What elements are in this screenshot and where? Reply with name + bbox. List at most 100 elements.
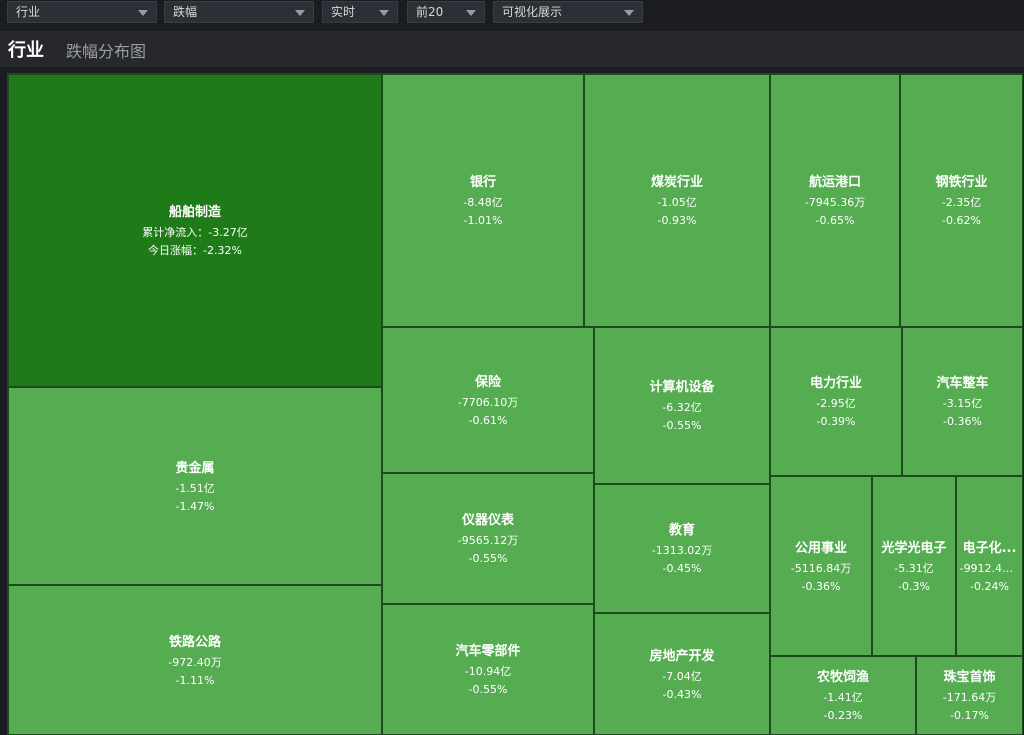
cell-name-label: 银行: [469, 175, 496, 190]
cell-flow-label: -1.41亿: [823, 691, 863, 704]
cell-name-label: 仪器仪表: [461, 513, 514, 528]
cell-flow-label: -2.95亿: [816, 397, 856, 410]
cell-change-label: -1.11%: [175, 673, 215, 687]
cell-flow-label: -9565.12万: [457, 534, 519, 547]
treemap-cell[interactable]: 教育 -1313.02万 -0.45%: [594, 484, 770, 613]
treemap-cell[interactable]: 计算机设备 -6.32亿 -0.55%: [594, 327, 770, 484]
cell-flow-label: -1.05亿: [657, 196, 697, 209]
treemap-cell[interactable]: 银行 -8.48亿 -1.01%: [382, 74, 584, 327]
cell-name-label: 公用事业: [794, 540, 847, 556]
cell-name-label: 计算机设备: [649, 380, 715, 395]
cell-name-label: 汽车整车: [936, 376, 989, 391]
cell-flow-label: -10.94亿: [464, 665, 512, 678]
cell-name-label: 珠宝首饰: [943, 670, 996, 685]
cell-change-label: -1.47%: [175, 499, 215, 513]
treemap-cell[interactable]: 贵金属 -1.51亿 -1.47%: [8, 387, 382, 585]
cell-name-label: 电子化...: [962, 540, 1017, 556]
cell-name-label: 钢铁行业: [935, 175, 988, 190]
treemap-cell[interactable]: 公用事业 -5116.84万 -0.36%: [770, 476, 872, 656]
cell-change-label: -0.61%: [468, 413, 508, 427]
cell-flow-label: 累计净流入：-3.27亿: [142, 226, 248, 239]
cell-change-label: -0.45%: [662, 562, 702, 575]
cell-change-label: -0.65%: [815, 214, 855, 227]
cell-name-label: 电力行业: [809, 376, 862, 391]
treemap-cell[interactable]: 汽车整车 -3.15亿 -0.36%: [902, 327, 1023, 476]
cell-change-label: -0.24%: [970, 579, 1009, 593]
count-select[interactable]: 前20: [407, 1, 485, 23]
view-select[interactable]: 可视化展示: [493, 1, 643, 23]
cell-name-label: 农牧饲渔: [816, 670, 869, 685]
cell-change-label: -0.36%: [943, 415, 982, 428]
treemap-cell[interactable]: 保险 -7706.10万 -0.61%: [382, 327, 594, 473]
cell-name-label: 教育: [668, 523, 695, 538]
title-bar: 行业 跌幅分布图: [0, 31, 1024, 67]
cell-flow-label: -7945.36万: [804, 196, 866, 209]
cell-change-label: -0.17%: [950, 709, 989, 722]
cell-name-label: 航运港口: [808, 175, 861, 190]
cell-change-label: -0.55%: [662, 419, 702, 432]
cell-flow-label: -7706.10万: [457, 395, 519, 409]
cell-change-label: -0.39%: [816, 415, 856, 428]
cell-flow-label: -8.48亿: [463, 196, 503, 209]
cell-flow-label: -5116.84万: [790, 561, 852, 575]
cell-name-label: 保险: [474, 374, 501, 390]
cell-flow-label: -1.51亿: [175, 481, 215, 495]
cell-change-label: -0.62%: [942, 214, 981, 227]
treemap-cell[interactable]: 煤炭行业 -1.05亿 -0.93%: [584, 74, 770, 327]
cell-change-label: -0.3%: [898, 579, 930, 593]
chevron-down-icon: [295, 10, 305, 16]
cell-flow-label: -5.31亿: [894, 561, 934, 575]
treemap-cell[interactable]: 珠宝首饰 -171.64万 -0.17%: [916, 656, 1023, 735]
cell-name-label: 汽车零部件: [455, 644, 521, 659]
cell-change-label: -0.43%: [662, 687, 702, 701]
cell-flow-label: -7.04亿: [662, 669, 702, 683]
cell-flow-label: -2.35亿: [941, 196, 982, 209]
treemap-chart: 船舶制造累计净流入：-3.27亿 今日涨幅：-2.32% 贵金属 -1.51亿 -1.4…: [7, 73, 1023, 735]
cell-name-label: 房地产开发: [649, 648, 715, 664]
category-select-value: 行业: [16, 5, 41, 19]
treemap-cell[interactable]: 汽车零部件 -10.94亿 -0.55%: [382, 604, 594, 735]
treemap-cell[interactable]: 航运港口 -7945.36万 -0.65%: [770, 74, 900, 327]
treemap-cell[interactable]: 仪器仪表 -9565.12万 -0.55%: [382, 473, 594, 604]
cell-flow-label: -972.40万: [168, 655, 222, 669]
treemap-cell[interactable]: 光学光电子 -5.31亿 -0.3%: [872, 476, 956, 656]
treemap-cell[interactable]: 电力行业 -2.95亿 -0.39%: [770, 327, 902, 476]
page-subtitle: 跌幅分布图: [66, 42, 147, 61]
treemap-cell[interactable]: 农牧饲渔 -1.41亿 -0.23%: [770, 656, 916, 735]
cell-flow-label: -171.64万: [942, 691, 997, 704]
cell-flow-label: -6.32亿: [662, 401, 702, 414]
filter-bar: 行业 跌幅 实时 前20 可视化展示: [0, 0, 1024, 25]
chevron-down-icon: [379, 10, 389, 16]
count-select-value: 前20: [416, 5, 444, 19]
period-select[interactable]: 实时: [322, 1, 398, 23]
cell-flow-label: -1313.02万: [651, 544, 713, 557]
period-select-value: 实时: [331, 5, 356, 19]
chevron-down-icon: [466, 10, 476, 16]
page-title[interactable]: 行业: [8, 36, 44, 62]
cell-change-label: -0.55%: [468, 683, 508, 696]
cell-name-label: 船舶制造: [168, 205, 221, 220]
cell-change-label: -0.55%: [468, 552, 508, 565]
sort-select[interactable]: 跌幅: [164, 1, 314, 23]
cell-flow-label: -3.15亿: [942, 397, 983, 410]
treemap-cell[interactable]: 房地产开发 -7.04亿 -0.43%: [594, 613, 770, 735]
chevron-down-icon: [624, 10, 634, 16]
cell-change-label: -0.36%: [801, 579, 841, 593]
treemap-cell[interactable]: 船舶制造累计净流入：-3.27亿 今日涨幅：-2.32%: [8, 74, 382, 387]
cell-change-label: 今日涨幅：-2.32%: [148, 244, 242, 257]
category-select[interactable]: 行业: [7, 1, 157, 23]
chevron-down-icon: [138, 10, 148, 16]
treemap-cell[interactable]: 钢铁行业 -2.35亿 -0.62%: [900, 74, 1023, 327]
cell-change-label: -1.01%: [463, 214, 503, 227]
cell-change-label: -0.23%: [823, 709, 863, 722]
cell-name-label: 煤炭行业: [650, 175, 703, 190]
cell-name-label: 贵金属: [175, 460, 215, 476]
treemap-cell[interactable]: 电子化... -9912.43... -0.24%: [956, 476, 1023, 656]
treemap-cell[interactable]: 铁路公路 -972.40万 -1.11%: [8, 585, 382, 735]
cell-flow-label: -9912.43...: [959, 561, 1020, 575]
cell-change-label: -0.93%: [657, 214, 697, 227]
cell-name-label: 光学光电子: [881, 540, 947, 556]
sort-select-value: 跌幅: [173, 5, 198, 19]
view-select-value: 可视化展示: [502, 5, 563, 19]
cell-name-label: 铁路公路: [168, 634, 221, 650]
